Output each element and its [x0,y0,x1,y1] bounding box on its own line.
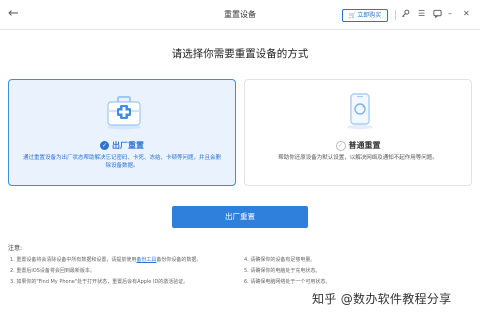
standard-reset-option[interactable]: ✓ 普通重置 帮助你还原设备为默认设置，以解决网络及通知不起作用等问题。 [244,79,472,186]
note-item: 5. 请确保你的电脑处于充电状态。 [244,268,321,274]
factory-reset-option[interactable]: ✓ 出厂重置 通过重置设备为出厂状态帮助解决忘记密码、卡死、冻结、卡顿等问题，并且… [8,79,236,186]
note-item: 4. 请确保你的设备有足够电量。 [244,257,316,263]
factory-reset-button[interactable]: 出厂重置 [172,206,308,228]
toolbar-divider [395,10,396,20]
cart-icon: 🛒 [348,12,357,19]
note-item: 6. 请确保电脑网络处于一个可用状态。 [244,279,331,285]
page-heading: 请选择你需要重置设备的方式 [171,48,309,60]
menu-icon[interactable]: ☰ [418,9,425,19]
close-icon[interactable]: ✕ [463,9,470,19]
factory-reset-description: 通过重置设备为出厂状态帮助解决忘记密码、卡死、冻结、卡顿等问题，并且会删除设备数… [22,155,221,169]
buy-now-label: 立即购买 [357,12,382,19]
note-item: 1. 重置设备将会清除设备中所有数据和设置，请提前使用备份工具备份你设备的数据。 [10,257,202,263]
factory-reset-title: ✓ 出厂重置 [100,141,144,150]
check-circle-icon: ✓ [100,141,109,150]
watermark: 知乎 @数办软件教程分享 [312,292,452,306]
key-icon[interactable] [401,9,410,21]
title-bar: ← 重置设备 🛒立即购买 ☰ – ✕ [0,0,480,30]
note-item: 3. 如果你的"Find My Phone"处于打开状态，重置后会有Apple … [10,279,189,285]
phone-reset-icon [347,93,373,130]
notes-title: 注意: [8,245,23,252]
standard-reset-description: 帮助你还原设备为默认设置，以解决网络及通知不起作用等问题。 [278,155,438,161]
buy-now-button[interactable]: 🛒立即购买 [342,9,388,22]
minimize-icon[interactable]: – [448,9,452,19]
standard-reset-title: ✓ 普通重置 [245,140,471,151]
check-circle-icon: ✓ [335,141,346,151]
note-item: 2. 重置后iOS设备将会回到最新版本。 [10,268,95,274]
feedback-icon[interactable] [433,9,442,21]
toolbox-icon [107,96,141,130]
backup-tool-link[interactable]: 备份工具 [136,257,156,263]
